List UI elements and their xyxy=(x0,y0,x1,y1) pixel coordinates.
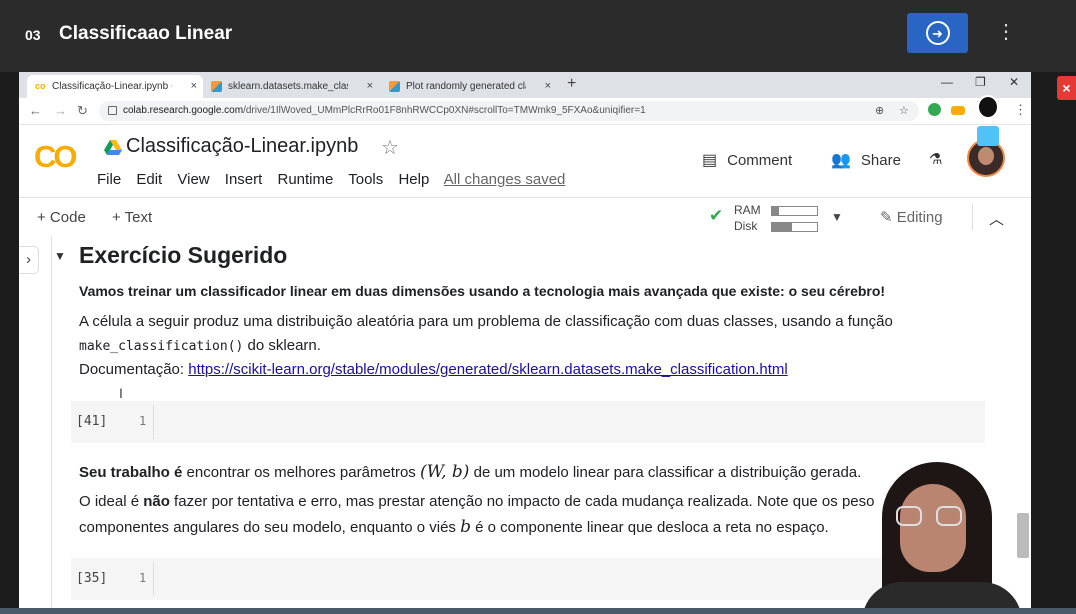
kebab-vertical-icon[interactable]: ⋮ xyxy=(996,22,1016,42)
colab-header: CO Classificação-Linear.ipynb ☆ File Edi… xyxy=(19,95,1031,197)
colab-icon: co xyxy=(35,81,46,91)
zoom-icon[interactable]: ⊕ xyxy=(875,104,884,117)
notebook-title[interactable]: Classificação-Linear.ipynb xyxy=(126,135,358,158)
documentation-line: Documentação: https://scikit-learn.org/s… xyxy=(79,361,788,378)
menu-help[interactable]: Help xyxy=(398,171,429,188)
flask-icon[interactable]: ⚗ xyxy=(929,150,942,168)
window-close-icon[interactable]: ✕ xyxy=(1009,75,1019,89)
paragraph-1: A célula a seguir produz uma distribuiçã… xyxy=(79,313,893,330)
close-tab-icon[interactable]: × xyxy=(367,80,373,92)
next-lesson-button[interactable]: ➜ xyxy=(907,13,968,53)
line-number: 1 xyxy=(139,571,147,585)
back-icon[interactable]: ← xyxy=(29,103,42,118)
section-collapse-icon[interactable]: ▼ xyxy=(54,249,66,263)
cell-execution-count[interactable]: [35] xyxy=(76,571,107,586)
webcam-overlay xyxy=(862,454,1022,614)
menu-bar: File Edit View Insert Runtime Tools Help… xyxy=(97,171,576,188)
colab-extension-icon[interactable] xyxy=(951,106,965,115)
ram-label: RAM xyxy=(734,203,761,217)
editing-mode[interactable]: ✎ Editing xyxy=(880,208,943,226)
intro-text: Vamos treinar um classificador linear em… xyxy=(79,283,886,299)
ram-bar xyxy=(771,206,818,216)
cell-execution-count[interactable]: [41] xyxy=(76,414,107,429)
restore-icon[interactable]: ❐ xyxy=(975,75,986,89)
save-status[interactable]: All changes saved xyxy=(444,171,566,188)
people-icon: 👥 xyxy=(831,152,851,169)
extension-icon[interactable] xyxy=(928,103,941,116)
notebook-toolbar: + Code + Text ✔ RAM Disk ▼ ✎ Editing ︿ xyxy=(19,197,1031,238)
resource-monitor[interactable]: RAM Disk xyxy=(734,202,761,234)
forward-icon[interactable]: → xyxy=(54,103,67,118)
reload-icon[interactable]: ↻ xyxy=(77,103,88,119)
close-tab-icon[interactable]: × xyxy=(545,80,551,92)
line-number: 1 xyxy=(139,414,147,428)
chevron-up-icon[interactable]: ︿ xyxy=(989,208,1004,229)
comment-icon: ▤ xyxy=(702,152,718,169)
menu-insert[interactable]: Insert xyxy=(225,171,263,188)
menu-file[interactable]: File xyxy=(97,171,121,188)
gutter-divider xyxy=(153,562,154,596)
star-icon[interactable]: ☆ xyxy=(381,135,399,160)
code-cell[interactable]: [35] 1 xyxy=(71,558,985,600)
sklearn-icon xyxy=(211,81,222,92)
tab-sklearn-plot[interactable]: Plot randomly generated classific × xyxy=(381,75,557,98)
code-cell[interactable]: [41] 1 xyxy=(71,401,985,443)
lesson-number: 03 xyxy=(25,27,41,43)
glasses-left xyxy=(896,506,922,526)
lightbulb-icon[interactable] xyxy=(977,95,999,119)
paragraph-1-cont: make_classification() do sklearn. xyxy=(79,337,321,354)
add-text-button[interactable]: + Text xyxy=(112,209,152,226)
address-row: ← → ↻ colab.research.google.com/drive/1I… xyxy=(19,98,1031,125)
lesson-title: Classificaao Linear xyxy=(59,23,233,44)
lock-icon xyxy=(108,106,117,115)
menu-edit[interactable]: Edit xyxy=(136,171,162,188)
text-cursor-icon: I xyxy=(119,385,123,401)
disk-label: Disk xyxy=(734,219,758,233)
close-tab-icon[interactable]: × xyxy=(191,80,197,92)
address-bar[interactable]: colab.research.google.com/drive/1IlWoved… xyxy=(99,101,919,121)
divider xyxy=(972,204,973,230)
presenter-face xyxy=(900,484,966,572)
connected-check-icon: ✔ xyxy=(709,206,724,225)
new-tab-button[interactable]: + xyxy=(567,75,576,93)
sidebar-expand-icon[interactable]: › xyxy=(19,246,39,274)
documentation-link[interactable]: https://scikit-learn.org/stable/modules/… xyxy=(188,361,787,378)
tab-sklearn-doc[interactable]: sklearn.datasets.make_classificati × xyxy=(203,75,379,98)
menu-view[interactable]: View xyxy=(177,171,209,188)
caret-down-icon[interactable]: ▼ xyxy=(831,210,843,224)
player-top-bar: 03 Classificaao Linear ➜ ⋮ xyxy=(0,0,1076,72)
bookmark-star-icon[interactable]: ☆ xyxy=(899,104,909,117)
gutter-divider xyxy=(153,405,154,439)
glasses-right xyxy=(936,506,962,526)
task-paragraph: Seu trabalho é encontrar os melhores par… xyxy=(79,462,862,482)
comment-button[interactable]: ▤ Comment xyxy=(702,150,792,170)
add-code-button[interactable]: + Code xyxy=(37,209,86,226)
close-overlay-button[interactable]: × xyxy=(1057,76,1076,100)
section-title: Exercício Sugerido xyxy=(79,242,288,268)
share-button[interactable]: 👥 Share xyxy=(831,150,901,170)
colab-logo[interactable]: CO xyxy=(34,139,77,175)
url-text: colab.research.google.com/drive/1IlWoved… xyxy=(123,105,646,116)
minimize-icon[interactable]: — xyxy=(941,75,953,89)
ideal-paragraph: O ideal é não fazer por tentativa e erro… xyxy=(79,493,875,510)
bottom-strip xyxy=(0,608,1076,614)
browser-menu-icon[interactable]: ⋮ xyxy=(1014,102,1027,118)
tab-colab[interactable]: co Classificação-Linear.ipynb - Cola × xyxy=(27,75,203,98)
tab-strip: co Classificação-Linear.ipynb - Cola × s… xyxy=(19,72,1031,98)
menu-tools[interactable]: Tools xyxy=(348,171,383,188)
extension-badge xyxy=(977,126,999,146)
ideal-paragraph-cont: componentes angulares do seu modelo, enq… xyxy=(79,517,829,537)
arrow-right-circle-icon: ➜ xyxy=(925,21,950,45)
sklearn-icon xyxy=(389,81,400,92)
menu-runtime[interactable]: Runtime xyxy=(277,171,333,188)
cell-divider xyxy=(51,237,52,608)
disk-bar xyxy=(771,222,818,232)
google-drive-icon[interactable] xyxy=(104,140,122,156)
